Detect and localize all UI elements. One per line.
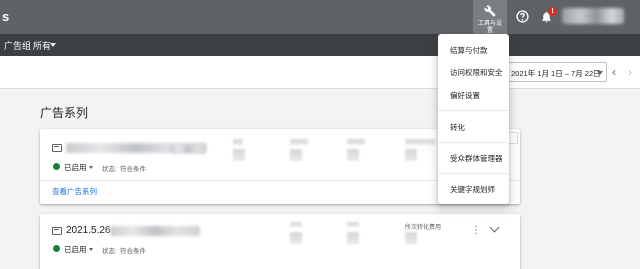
enabled-status-dot <box>53 245 60 252</box>
campaign-name-redacted <box>170 145 206 153</box>
top-bar: s 工具与设置 ! <box>0 0 640 34</box>
expand-icon[interactable] <box>489 222 500 233</box>
tools-dropdown-menu: 结算与付款 访问权限和安全 偏好设置 转化 受众群体管理器 关键字规划师 <box>438 34 509 204</box>
chevron-down-icon <box>597 71 603 75</box>
metric-head: 所次转化费用 <box>405 225 442 231</box>
next-period-icon[interactable]: › <box>628 66 632 78</box>
sub-bar: 广告组 所有 <box>0 34 640 56</box>
menu-item-preferences[interactable]: 偏好设置 <box>450 90 480 101</box>
menu-item-conversions[interactable]: 转化 <box>450 122 465 133</box>
notification-badge: ! <box>548 7 557 16</box>
campaign-name[interactable]: 2021.5.26 <box>66 225 111 236</box>
previous-period-icon[interactable]: ‹ <box>612 66 616 78</box>
enabled-status-dot <box>53 163 60 170</box>
breadcrumb-ad-groups[interactable]: 广告组 <box>4 39 31 52</box>
date-row: 2021年 1月 1日 – 7月 22日 ‹ › <box>0 56 640 89</box>
view-campaigns-link[interactable]: 查看广告系列 <box>52 186 97 197</box>
status-label[interactable]: 已启用 <box>64 162 87 173</box>
campaign-name-redacted <box>110 226 200 236</box>
state-label: 状态: <box>102 166 117 173</box>
tools-label: 工具与设置 <box>477 21 502 34</box>
metric-head-redacted <box>347 222 359 227</box>
help-icon[interactable] <box>516 10 529 23</box>
metric-value-redacted <box>405 149 417 161</box>
state-label: 状态: <box>102 248 117 255</box>
breadcrumb-all[interactable]: 所有 <box>33 39 51 52</box>
metric-head-redacted <box>405 139 435 145</box>
date-range-value: 2021年 1月 1日 – 7月 22日 <box>511 69 601 78</box>
more-vert-icon[interactable]: ⋮ <box>471 226 481 236</box>
menu-item-audience-manager[interactable]: 受众群体管理器 <box>450 153 503 164</box>
chevron-down-icon[interactable] <box>50 43 56 47</box>
metric-head-redacted <box>347 139 365 145</box>
metric-value-redacted <box>405 232 417 244</box>
menu-separator <box>438 173 509 174</box>
campaign-icon <box>52 227 62 235</box>
metric-head-redacted <box>290 139 308 145</box>
app-title-fragment: s <box>2 9 10 24</box>
chevron-down-icon[interactable] <box>89 166 93 169</box>
metric-value-redacted <box>290 232 302 244</box>
section-title: 广告系列 <box>40 106 89 120</box>
metric-value-redacted <box>347 232 359 244</box>
state-value: 符合条件 <box>120 166 146 173</box>
menu-separator <box>438 142 509 143</box>
menu-item-access-security[interactable]: 访问权限和安全 <box>450 67 503 78</box>
metric-value-redacted <box>290 149 302 161</box>
status-label[interactable]: 已启用 <box>64 244 87 255</box>
state-value: 符合条件 <box>120 248 146 255</box>
campaign-icon <box>52 144 62 152</box>
menu-separator <box>438 110 509 111</box>
wrench-icon <box>484 5 496 17</box>
menu-item-billing[interactable]: 结算与付款 <box>450 45 488 56</box>
metric-head-redacted <box>233 139 243 145</box>
tools-and-settings-button[interactable]: 工具与设置 <box>473 0 507 34</box>
side-toggle-button[interactable] <box>508 132 518 144</box>
metric-value-redacted <box>233 149 245 161</box>
date-range-select[interactable]: 2021年 1月 1日 – 7月 22日 <box>507 62 607 82</box>
menu-item-keyword-planner[interactable]: 关键字规划师 <box>450 184 495 195</box>
campaign-card: 2021.5.26 已启用 状态: 符合条件 所次转化费用 ⋮ <box>40 214 520 269</box>
account-avatar[interactable] <box>562 8 624 24</box>
chevron-down-icon[interactable] <box>89 248 93 251</box>
metric-head-redacted <box>290 222 302 227</box>
metric-value-redacted <box>347 149 359 161</box>
